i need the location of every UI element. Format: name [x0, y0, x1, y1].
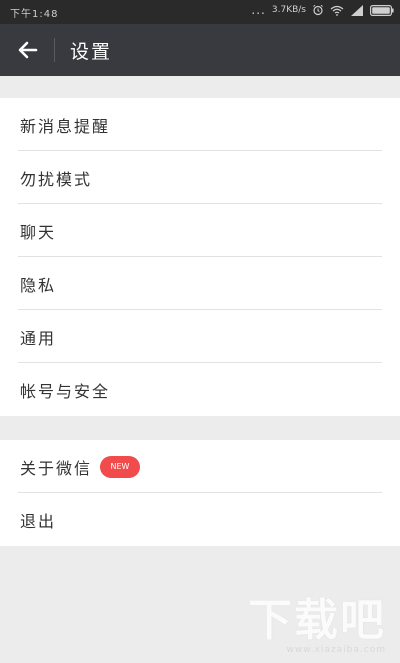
- settings-item-label: 退出: [20, 512, 57, 531]
- wifi-icon: [330, 5, 344, 16]
- settings-item-logout[interactable]: 退出: [0, 493, 400, 546]
- arrow-left-icon: [14, 36, 42, 64]
- app-bar: 设置: [0, 24, 400, 76]
- settings-group-main: 新消息提醒 勿扰模式 聊天 隐私 通用 帐号与安全: [0, 98, 400, 416]
- watermark-logo-text: 下载吧: [248, 595, 386, 646]
- new-badge: NEW: [100, 456, 140, 478]
- settings-item-label: 帐号与安全: [20, 382, 111, 401]
- network-speed: 3.7KB/s: [271, 5, 306, 15]
- status-time: 下午1:48: [10, 9, 59, 20]
- settings-item-label: 隐私: [20, 276, 57, 295]
- back-button[interactable]: [14, 36, 42, 64]
- watermark-url: www.xiazaiba.com: [286, 645, 386, 655]
- settings-item-new-message-notifications[interactable]: 新消息提醒: [0, 98, 400, 151]
- settings-item-do-not-disturb[interactable]: 勿扰模式: [0, 151, 400, 204]
- settings-item-chat[interactable]: 聊天: [0, 204, 400, 257]
- settings-item-about-wechat[interactable]: 关于微信 NEW: [0, 440, 400, 493]
- settings-item-general[interactable]: 通用: [0, 310, 400, 363]
- settings-item-label: 关于微信: [20, 459, 93, 478]
- status-dots: ...: [251, 3, 266, 17]
- settings-item-privacy[interactable]: 隐私: [0, 257, 400, 310]
- app-bar-divider: [54, 38, 55, 62]
- settings-item-label: 聊天: [20, 223, 57, 242]
- page-title: 设置: [70, 41, 113, 63]
- settings-item-label: 新消息提醒: [20, 117, 111, 136]
- settings-item-label: 勿扰模式: [20, 170, 93, 189]
- alarm-icon: [312, 4, 324, 16]
- settings-item-label: 通用: [20, 329, 57, 348]
- signal-icon: [350, 4, 364, 16]
- settings-item-account-security[interactable]: 帐号与安全: [0, 363, 400, 416]
- status-icons: ... 3.7KB/s: [251, 4, 394, 16]
- watermark: 下载吧 www.xiazaiba.com: [248, 595, 386, 656]
- battery-icon: [370, 4, 394, 16]
- settings-group-about: 关于微信 NEW 退出: [0, 440, 400, 546]
- status-bar: 下午1:48 ... 3.7KB/s: [0, 0, 400, 24]
